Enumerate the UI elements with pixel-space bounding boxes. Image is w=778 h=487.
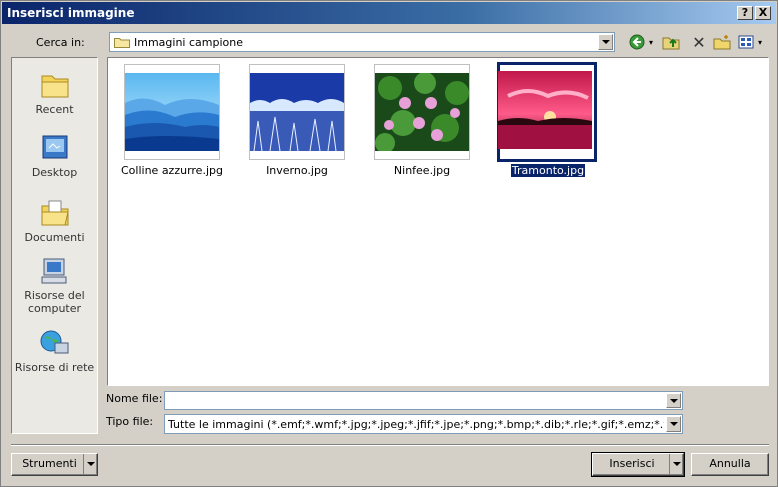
place-documents[interactable]: Documenti (12, 198, 97, 244)
places-bar: Recent Desktop Documenti Risorse del com… (11, 57, 98, 434)
back-dropdown-icon[interactable]: ▾ (646, 33, 656, 51)
place-desktop-label: Desktop (31, 166, 78, 179)
sunset-image (498, 71, 592, 149)
file-label[interactable]: Inverno.jpg (237, 164, 357, 177)
views-icon[interactable] (736, 33, 756, 51)
filetype-label: Tipo file: (106, 415, 154, 428)
thumbnail-tramonto[interactable] (497, 62, 597, 162)
lookin-value: Immagini campione (134, 36, 243, 49)
file-label[interactable]: Ninfee.jpg (362, 164, 482, 177)
tools-button-label: Strumenti (22, 457, 77, 470)
views-dropdown-icon[interactable]: ▾ (755, 33, 765, 51)
filetype-combo[interactable]: Tutte le immagini (*.emf;*.wmf;*.jpg;*.j… (164, 414, 683, 434)
tools-dropdown-icon[interactable] (83, 454, 97, 475)
documents-folder-icon (39, 198, 71, 228)
filename-label: Nome file: (106, 392, 163, 405)
winter-forest-image (250, 73, 344, 152)
place-network-label: Risorse di rete (14, 361, 95, 374)
cancel-button[interactable]: Annulla (691, 453, 769, 476)
network-globe-icon (39, 328, 71, 358)
up-folder-icon[interactable] (661, 33, 681, 51)
insert-dropdown-icon[interactable] (669, 454, 683, 475)
place-network[interactable]: Risorse di rete (12, 328, 97, 374)
lookin-combo[interactable]: Immagini campione (109, 32, 615, 52)
title-bar: Inserisci immagine ? X (2, 2, 776, 24)
thumbnail-colline-azzurre[interactable] (124, 64, 220, 160)
window-title: Inserisci immagine (7, 6, 135, 20)
filetype-value: Tutte le immagini (*.emf;*.wmf;*.jpg;*.j… (168, 418, 664, 431)
tools-button[interactable]: Strumenti (11, 453, 98, 476)
recent-folder-icon (39, 70, 71, 100)
thumbnail-inverno[interactable] (249, 64, 345, 160)
separator (11, 444, 769, 446)
thumbnail-ninfee[interactable] (374, 64, 470, 160)
back-icon[interactable] (627, 33, 647, 51)
new-folder-icon[interactable] (712, 33, 732, 51)
place-recent[interactable]: Recent (12, 70, 97, 116)
delete-icon[interactable]: ✕ (689, 33, 709, 52)
filename-combo[interactable] (164, 391, 683, 410)
place-documents-label: Documenti (24, 231, 85, 244)
place-computer[interactable]: Risorse del computer (12, 256, 97, 315)
filetype-dropdown-button[interactable] (666, 416, 681, 432)
place-computer-label: Risorse del computer (24, 289, 85, 315)
file-list[interactable]: Colline azzurre.jpg Inverno.jpg Ninfee.j… (107, 57, 769, 386)
folder-icon (114, 36, 130, 48)
filename-dropdown-button[interactable] (666, 393, 681, 408)
desktop-icon (39, 133, 71, 163)
place-recent-label: Recent (35, 103, 74, 116)
lookin-label: Cerca in: (36, 36, 85, 49)
lookin-dropdown-button[interactable] (598, 34, 613, 50)
insert-picture-dialog: Inserisci immagine ? X Cerca in: Immagin… (0, 0, 778, 487)
file-label[interactable]: Colline azzurre.jpg (112, 164, 232, 177)
close-button[interactable]: X (755, 6, 771, 20)
place-desktop[interactable]: Desktop (12, 133, 97, 179)
help-button[interactable]: ? (737, 6, 753, 20)
insert-button-label: Inserisci (609, 457, 655, 470)
water-lilies-image (375, 72, 469, 153)
blue-hills-image (125, 73, 219, 153)
computer-icon (39, 256, 71, 286)
insert-button[interactable]: Inserisci (591, 452, 685, 477)
file-label-selected[interactable]: Tramonto.jpg (488, 163, 608, 178)
